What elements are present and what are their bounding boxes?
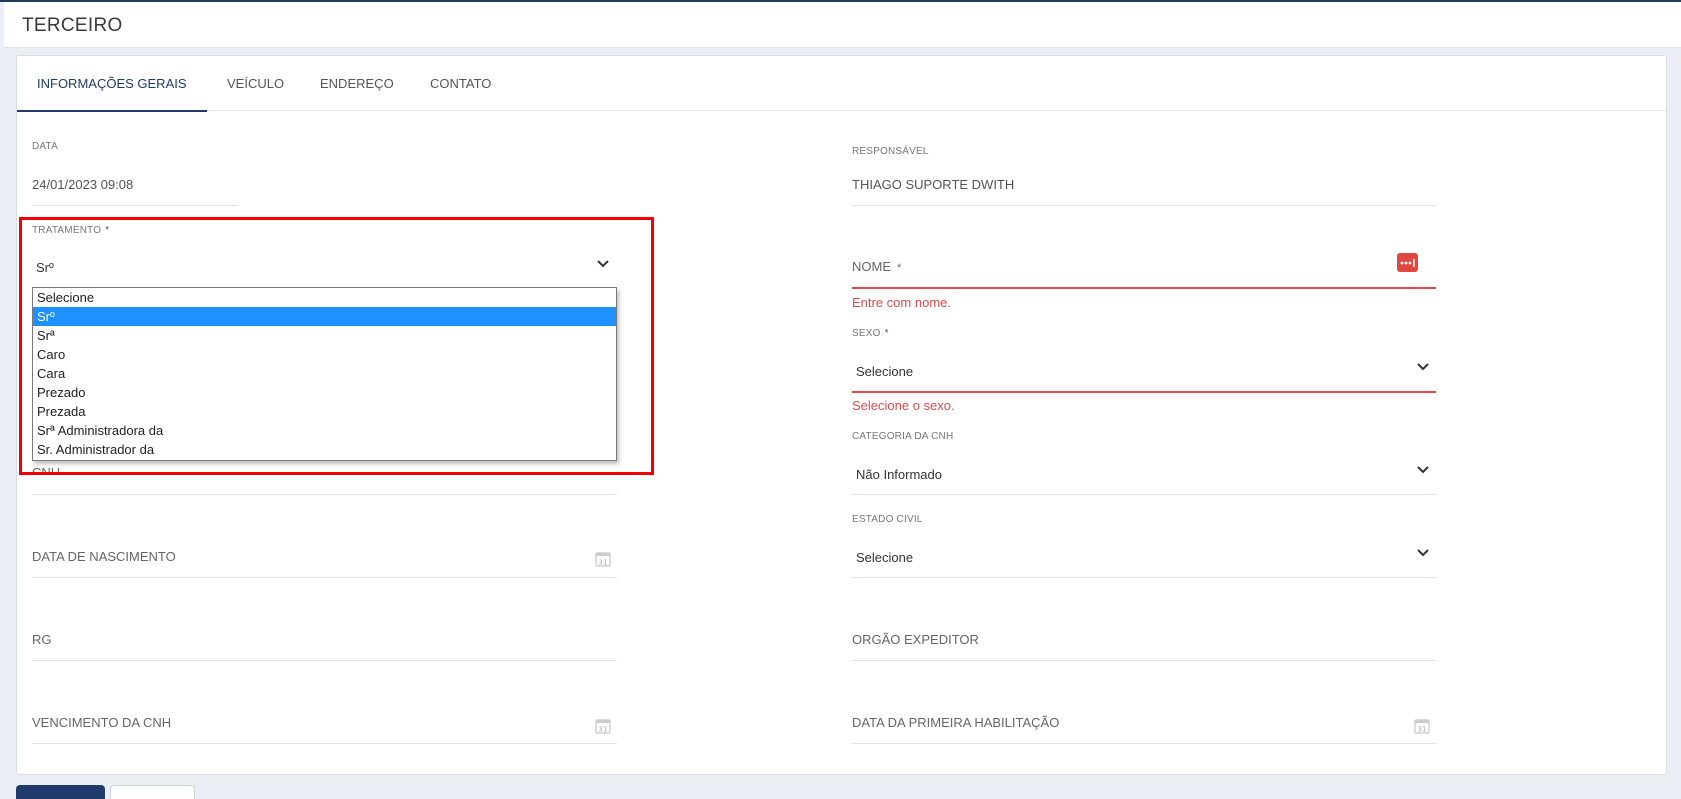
orgao-expeditor-field[interactable]: ORGÃO EXPEDITOR [852, 632, 979, 647]
sexo-underline [852, 391, 1436, 393]
sexo-select[interactable]: Selecione [856, 364, 913, 379]
cnh-underline [32, 494, 617, 495]
data-primeira-habilitacao-field[interactable]: DATA DA PRIMEIRA HABILITAÇÃO [852, 715, 1059, 730]
responsavel-label: RESPONSÁVEL [852, 146, 929, 157]
categoria-cnh-label: CATEGORIA DA CNH [852, 431, 954, 442]
sexo-label-text: SEXO [852, 328, 881, 339]
orgao-expeditor-underline [852, 660, 1436, 661]
data-nascimento-field[interactable]: DATA DE NASCIMENTO [32, 549, 176, 564]
highlight-annotation-box [19, 217, 654, 475]
page-title: TERCEIRO [22, 15, 123, 36]
data-label: DATA [32, 141, 58, 152]
categoria-cnh-underline [852, 494, 1436, 495]
estado-civil-label: ESTADO CIVIL [852, 514, 923, 525]
sexo-label: SEXO * [852, 328, 889, 339]
vencimento-cnh-underline [32, 743, 617, 744]
data-value: 24/01/2023 09:08 [32, 177, 134, 192]
secondary-button[interactable] [110, 785, 195, 799]
calendar-icon[interactable]: 31 [595, 718, 611, 734]
nome-error: Entre com nome. [852, 295, 951, 310]
sexo-error: Selecione o sexo. [852, 398, 955, 413]
rg-underline [32, 660, 617, 661]
svg-text:31: 31 [599, 559, 608, 567]
tab-informacoes-gerais[interactable]: INFORMAÇÕES GERAIS [17, 56, 207, 112]
nome-placeholder: NOME [852, 259, 891, 274]
page-header: TERCEIRO [4, 2, 1681, 48]
required-mark: * [897, 262, 902, 274]
estado-civil-select[interactable]: Selecione [856, 550, 913, 565]
estado-civil-underline [852, 577, 1436, 578]
responsavel-value: THIAGO SUPORTE DWITH [852, 177, 1015, 192]
chevron-down-icon[interactable] [1416, 548, 1430, 558]
categoria-cnh-select[interactable]: Não Informado [856, 467, 942, 482]
tab-bar: INFORMAÇÕES GERAIS VEÍCULO ENDEREÇO CONT… [17, 56, 1666, 112]
primary-button[interactable] [16, 785, 105, 799]
tab-veiculo[interactable]: VEÍCULO [207, 56, 304, 111]
calendar-icon[interactable]: 31 [1414, 718, 1430, 734]
data-underline [32, 205, 238, 206]
tab-endereco[interactable]: ENDEREÇO [300, 56, 414, 111]
calendar-icon[interactable]: 31 [595, 551, 611, 567]
responsavel-underline [852, 205, 1436, 206]
tab-contato[interactable]: CONTATO [410, 56, 511, 111]
nome-underline [852, 287, 1436, 289]
svg-text:31: 31 [599, 726, 608, 734]
rg-field[interactable]: RG [32, 632, 52, 647]
password-manager-icon[interactable] [1397, 253, 1418, 272]
chevron-down-icon[interactable] [1416, 362, 1430, 372]
data-nascimento-underline [32, 577, 617, 578]
vencimento-cnh-field[interactable]: VENCIMENTO DA CNH [32, 715, 171, 730]
svg-text:31: 31 [1418, 726, 1427, 734]
chevron-down-icon[interactable] [1416, 465, 1430, 475]
nome-field[interactable]: NOME * [852, 259, 901, 274]
data-primeira-habilitacao-underline [852, 743, 1436, 744]
required-mark: * [884, 328, 889, 339]
